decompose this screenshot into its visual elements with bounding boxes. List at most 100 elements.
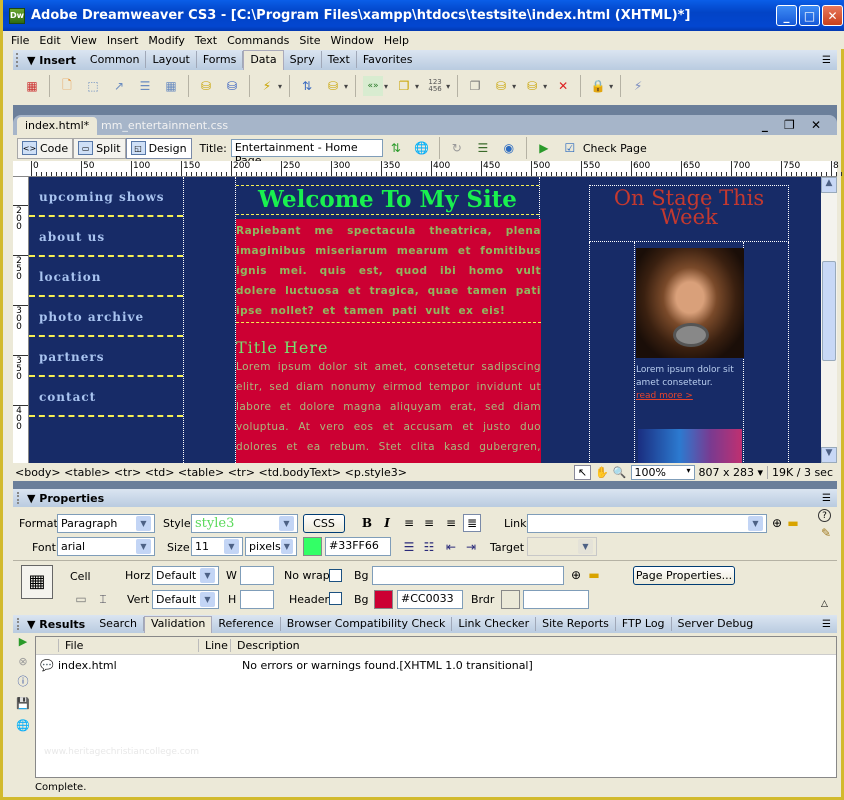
validate-markup-icon[interactable]: ▶ xyxy=(534,138,554,158)
text-indent-icon[interactable]: ⇥ xyxy=(463,539,479,555)
properties-options-icon[interactable]: ☰ xyxy=(822,493,831,504)
css-button[interactable]: CSS xyxy=(303,514,345,533)
italic-icon[interactable]: I xyxy=(379,515,395,531)
menu-edit[interactable]: Edit xyxy=(34,34,65,47)
menu-file[interactable]: File xyxy=(6,34,34,47)
go-to-detail-icon[interactable]: ❐ xyxy=(465,76,485,96)
col-description[interactable]: Description xyxy=(230,639,836,652)
scroll-thumb[interactable] xyxy=(822,261,836,361)
results-tab-server-debug[interactable]: Server Debug xyxy=(672,617,760,631)
number-paging-icon[interactable]: 123 456 xyxy=(425,76,445,96)
browse-report-icon[interactable]: 🌐 xyxy=(16,719,30,733)
height-input[interactable] xyxy=(240,590,274,609)
width-input[interactable] xyxy=(240,566,274,585)
imported-table-data-icon[interactable]: ▦ xyxy=(22,76,42,96)
results-tab-reference[interactable]: Reference xyxy=(212,617,281,631)
save-report-icon[interactable]: 💾 xyxy=(16,697,30,711)
insert-bar-title[interactable]: ▼ Insert xyxy=(27,54,76,67)
border-color-swatch[interactable] xyxy=(501,590,520,609)
read-more-link[interactable]: read more > xyxy=(636,390,744,403)
unordered-list-icon[interactable]: ☰ xyxy=(401,539,417,555)
xslt-transformation-icon[interactable]: ⚡ xyxy=(628,76,648,96)
update-record-icon[interactable]: ⛁ xyxy=(196,76,216,96)
results-tab-search[interactable]: Search xyxy=(93,617,144,631)
properties-header[interactable]: ▼ Properties ☰ xyxy=(13,489,837,507)
nav-about-us[interactable]: about us xyxy=(29,217,183,257)
visual-aids-icon[interactable]: ◉ xyxy=(499,138,519,158)
col-line[interactable]: Line xyxy=(198,639,230,652)
doc-tab-css[interactable]: mm_entertainment.css xyxy=(93,117,236,135)
results-tab-link-checker[interactable]: Link Checker xyxy=(452,617,537,631)
justify-icon[interactable]: ≣ xyxy=(463,514,481,532)
preview-in-browser-icon[interactable]: 🌐 xyxy=(412,138,432,158)
bg-point-to-file-icon[interactable]: ⊕ xyxy=(568,567,584,583)
design-canvas[interactable]: upcoming shows about us location photo a… xyxy=(29,177,821,463)
menu-window[interactable]: Window xyxy=(326,34,379,47)
stop-icon[interactable]: ⊗ xyxy=(16,655,30,669)
split-cell-icon[interactable]: ⌶ xyxy=(95,591,111,607)
col-file[interactable]: File xyxy=(58,639,198,652)
tag-selector[interactable]: <body> <table> <tr> <td> <table> <tr> <t… xyxy=(15,466,407,479)
insert-record-icon[interactable]: ▦ xyxy=(161,76,181,96)
select-tool-icon[interactable]: ↖ xyxy=(573,464,592,480)
bold-icon[interactable]: B xyxy=(359,515,375,531)
zoom-select[interactable]: 100% ▾ xyxy=(630,464,695,480)
results-tab-browser-compat[interactable]: Browser Compatibility Check xyxy=(281,617,453,631)
border-color-input[interactable] xyxy=(523,590,589,609)
dynamic-table-icon[interactable]: ⬚ xyxy=(83,76,103,96)
results-tab-validation[interactable]: Validation xyxy=(143,616,213,633)
menu-text[interactable]: Text xyxy=(190,34,222,47)
bg-image-input[interactable] xyxy=(372,566,564,585)
browse-folder-icon[interactable]: ▬ xyxy=(785,515,801,531)
style-select[interactable]: style3 ▼ xyxy=(191,514,298,533)
server-behaviors-icon[interactable]: ⚡ xyxy=(257,76,277,96)
menu-insert[interactable]: Insert xyxy=(102,34,144,47)
title-input[interactable]: Entertainment - Home Page xyxy=(230,139,383,167)
insert-tab-common[interactable]: Common xyxy=(84,51,147,68)
page-properties-button[interactable]: Page Properties... xyxy=(633,566,735,585)
delete-record-icon[interactable]: ⛁ xyxy=(222,76,242,96)
refresh-icon[interactable]: ↻ xyxy=(447,138,467,158)
zoom-tool-icon[interactable]: 🔍 xyxy=(613,466,627,479)
merge-cells-icon[interactable]: ▭ xyxy=(73,591,89,607)
repeated-region-icon[interactable]: ❐ xyxy=(394,76,414,96)
bg-color-swatch[interactable] xyxy=(374,590,393,609)
text-color-swatch[interactable] xyxy=(303,537,322,556)
insert-tab-data[interactable]: Data xyxy=(243,50,284,70)
dynamic-text-icon[interactable]: ↗ xyxy=(109,76,129,96)
quick-tag-editor-icon[interactable]: ✎ xyxy=(818,525,834,541)
doc-tab-index[interactable]: index.html* xyxy=(17,117,98,135)
results-tab-site-reports[interactable]: Site Reports xyxy=(536,617,616,631)
maximize-button[interactable]: □ xyxy=(799,5,820,26)
insert-tab-forms[interactable]: Forms xyxy=(197,51,244,68)
align-right-icon[interactable]: ≡ xyxy=(443,515,459,531)
close-button[interactable]: ✕ xyxy=(822,5,843,26)
scroll-down-arrow[interactable]: ▼ xyxy=(821,447,837,463)
font-select[interactable]: arial ▼ xyxy=(57,537,155,556)
format-select[interactable]: Paragraph ▼ xyxy=(57,514,155,533)
nowrap-checkbox[interactable] xyxy=(329,569,342,582)
scroll-up-arrow[interactable]: ▲ xyxy=(821,177,837,193)
validate-play-icon[interactable]: ▶ xyxy=(16,635,30,649)
link-input[interactable]: ▼ xyxy=(527,514,767,533)
document-window-controls[interactable]: _ ❐ ✕ xyxy=(762,118,827,132)
minimize-button[interactable]: _ xyxy=(776,5,797,26)
file-management-icon[interactable]: ⇅ xyxy=(386,138,406,158)
menu-site[interactable]: Site xyxy=(294,34,325,47)
info-icon[interactable]: ⓘ xyxy=(16,675,30,689)
size-unit-select[interactable]: pixels ▼ xyxy=(245,537,297,556)
header-checkbox[interactable] xyxy=(329,592,342,605)
target-select[interactable]: ▼ xyxy=(527,537,597,556)
check-page-icon[interactable]: ☑ xyxy=(560,138,580,158)
show-region-icon[interactable]: «» xyxy=(363,76,384,96)
menu-view[interactable]: View xyxy=(66,34,102,47)
design-view-button[interactable]: ◱ Design xyxy=(125,137,192,159)
nav-photo-archive[interactable]: photo archive xyxy=(29,297,183,337)
results-row[interactable]: 💬 index.html No errors or warnings found… xyxy=(36,655,836,675)
collapse-arrow-icon[interactable]: △ xyxy=(821,599,828,609)
bg-color-input[interactable]: #CC0033 xyxy=(397,590,463,609)
nav-partners[interactable]: partners xyxy=(29,337,183,377)
insert-tab-layout[interactable]: Layout xyxy=(146,51,197,68)
insert-record-form-icon[interactable]: ⛁ xyxy=(491,76,511,96)
master-detail-icon[interactable]: ☰ xyxy=(135,76,155,96)
